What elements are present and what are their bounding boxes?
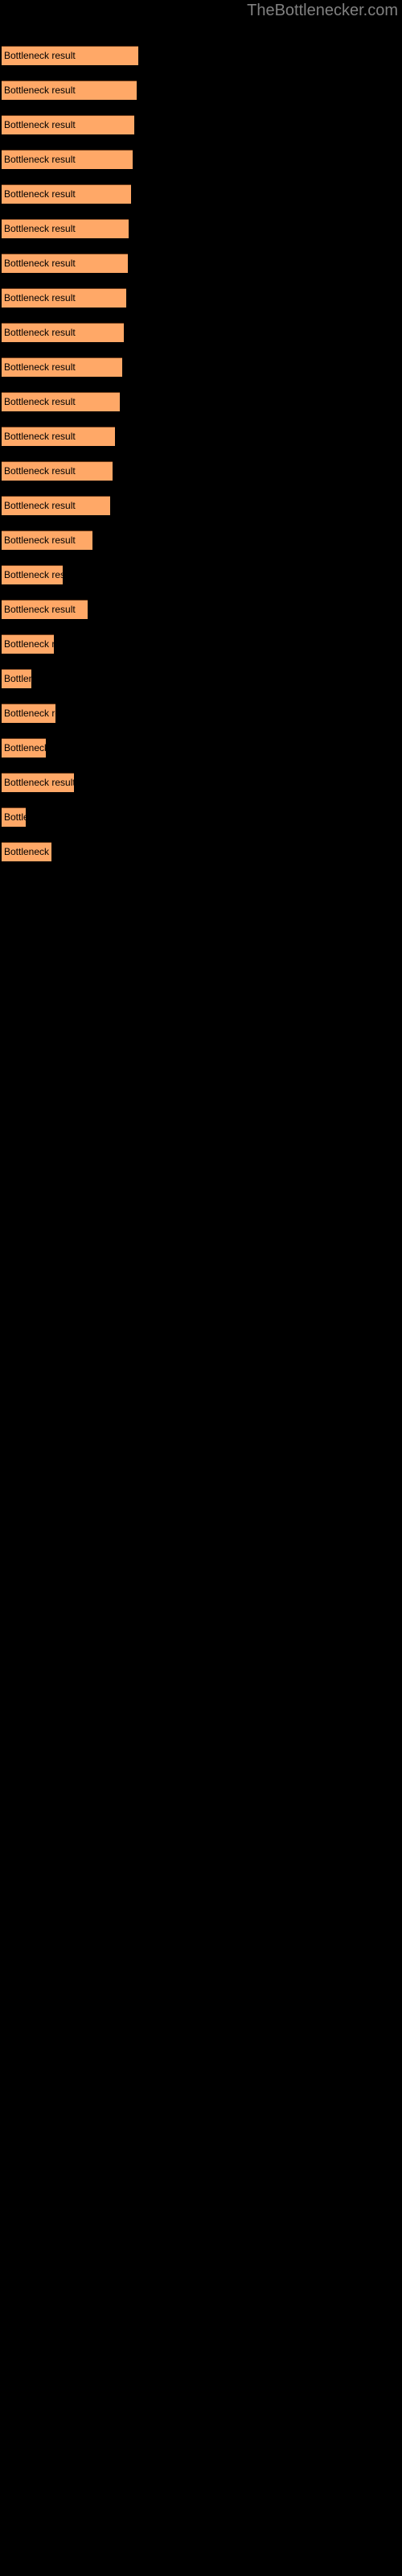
bar-label: Bottleneck result (4, 777, 74, 788)
bar-label: Bottleneck result (4, 258, 76, 269)
bar-label: Bottleneck result (4, 85, 76, 96)
bar-label: Bottleneck result (4, 811, 26, 823)
bottleneck-result-bar[interactable]: Bottleneck result (2, 600, 88, 619)
bar-row: Bottleneck result (0, 80, 402, 100)
bar-label: Bottleneck result (4, 742, 46, 753)
bottleneck-result-bar[interactable]: Bottleneck result (2, 323, 124, 342)
bottleneck-result-bar[interactable]: Bottleneck result (2, 565, 63, 584)
bar-row: Bottleneck result (0, 738, 402, 758)
bar-label: Bottleneck result (4, 846, 51, 857)
bar-label: Bottleneck result (4, 535, 76, 546)
bar-row: Bottleneck result (0, 184, 402, 204)
bar-row: Bottleneck result (0, 219, 402, 238)
bar-row: Bottleneck result (0, 254, 402, 273)
bar-label: Bottleneck result (4, 569, 63, 580)
bar-label: Bottleneck result (4, 465, 76, 477)
bottleneck-result-bar[interactable]: Bottleneck result (2, 288, 126, 308)
bar-row: Bottleneck result (0, 496, 402, 515)
bottleneck-result-bar[interactable]: Bottleneck result (2, 115, 134, 134)
bottleneck-result-bar[interactable]: Bottleneck result (2, 357, 122, 377)
bar-row: Bottleneck result (0, 46, 402, 65)
bar-row: Bottleneck result (0, 115, 402, 134)
bottleneck-result-bar[interactable]: Bottleneck result (2, 773, 74, 792)
bar-label: Bottleneck result (4, 673, 31, 684)
bar-row: Bottleneck result (0, 842, 402, 861)
bar-label: Bottleneck result (4, 223, 76, 234)
bar-label: Bottleneck result (4, 708, 55, 719)
bar-label: Bottleneck result (4, 396, 76, 407)
bar-label: Bottleneck result (4, 188, 76, 200)
bar-row: Bottleneck result (0, 530, 402, 550)
bar-label: Bottleneck result (4, 604, 76, 615)
bottleneck-result-bar[interactable]: Bottleneck result (2, 219, 129, 238)
bottleneck-result-bar[interactable]: Bottleneck result (2, 738, 46, 758)
bar-label: Bottleneck result (4, 327, 76, 338)
bottleneck-result-bar[interactable]: Bottleneck result (2, 254, 128, 273)
bar-row: Bottleneck result (0, 669, 402, 688)
bottleneck-result-bar[interactable]: Bottleneck result (2, 150, 133, 169)
bar-row: Bottleneck result (0, 600, 402, 619)
bottleneck-result-bar[interactable]: Bottleneck result (2, 427, 115, 446)
bottleneck-result-bar[interactable]: Bottleneck result (2, 392, 120, 411)
bar-label: Bottleneck result (4, 638, 54, 650)
bottleneck-result-bar[interactable]: Bottleneck result (2, 842, 51, 861)
bar-row: Bottleneck result (0, 565, 402, 584)
bar-label: Bottleneck result (4, 500, 76, 511)
bottleneck-bar-chart: Bottleneck result Bottleneck result Bottle… (0, 0, 402, 1731)
bar-row: Bottleneck result (0, 634, 402, 654)
bar-label: Bottleneck result (4, 154, 76, 165)
bar-label: Bottleneck result (4, 119, 76, 130)
bar-row: Bottleneck result (0, 323, 402, 342)
bottleneck-result-bar[interactable]: Bottleneck result (2, 807, 26, 827)
bar-row: Bottleneck result (0, 357, 402, 377)
bar-row: Bottleneck result (0, 807, 402, 827)
bar-label: Bottleneck result (4, 431, 76, 442)
bottleneck-result-bar[interactable]: Bottleneck result (2, 634, 54, 654)
bar-label: Bottleneck result (4, 292, 76, 303)
bottleneck-result-bar[interactable]: Bottleneck result (2, 80, 137, 100)
bar-row: Bottleneck result (0, 150, 402, 169)
bar-row: Bottleneck result (0, 427, 402, 446)
bar-row: Bottleneck result (0, 773, 402, 792)
bottleneck-result-bar[interactable]: Bottleneck result (2, 46, 138, 65)
bottleneck-result-bar[interactable]: Bottleneck result (2, 461, 113, 481)
bottleneck-result-bar[interactable]: Bottleneck result (2, 496, 110, 515)
bar-label: Bottleneck result (4, 50, 76, 61)
bottleneck-result-bar[interactable]: Bottleneck result (2, 704, 55, 723)
bar-label: Bottleneck result (4, 361, 76, 373)
bottleneck-result-bar[interactable]: Bottleneck result (2, 184, 131, 204)
bar-row: Bottleneck result (0, 392, 402, 411)
bar-row: Bottleneck result (0, 704, 402, 723)
bar-row: Bottleneck result (0, 461, 402, 481)
bottleneck-result-bar[interactable]: Bottleneck result (2, 669, 31, 688)
bottleneck-result-bar[interactable]: Bottleneck result (2, 530, 92, 550)
bar-row: Bottleneck result (0, 288, 402, 308)
